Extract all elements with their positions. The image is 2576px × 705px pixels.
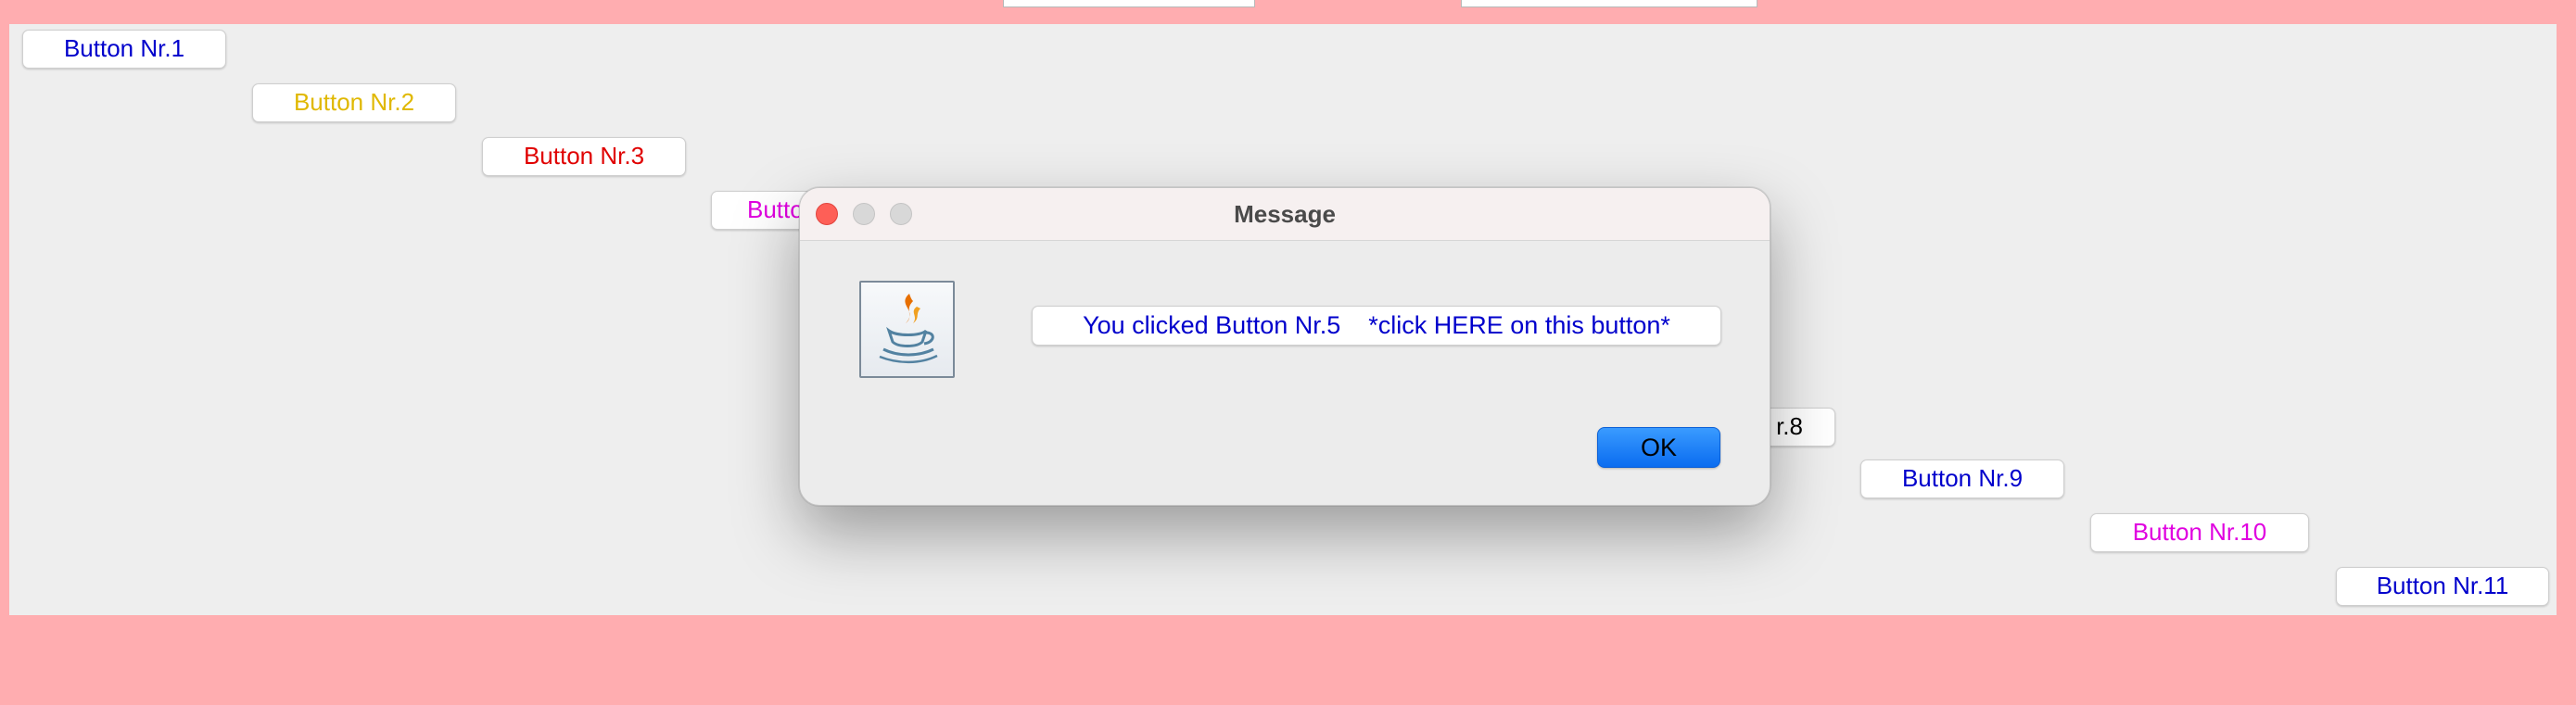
- button-nr-10[interactable]: Button Nr.10: [2090, 513, 2309, 552]
- button-nr-1[interactable]: Button Nr.1: [22, 30, 226, 69]
- dialog-titlebar[interactable]: Message: [800, 188, 1770, 241]
- ok-button[interactable]: OK: [1597, 427, 1720, 468]
- button-nr-11[interactable]: Button Nr.11: [2336, 567, 2549, 606]
- top-text-field-2[interactable]: [1461, 0, 1758, 7]
- top-text-field-1[interactable]: [1003, 0, 1255, 7]
- button-nr-4-label: Butto: [747, 195, 804, 223]
- button-nr-2[interactable]: Button Nr.2: [252, 83, 456, 122]
- button-nr-9[interactable]: Button Nr.9: [1860, 460, 2064, 498]
- message-dialog: Message You clicked Button Nr.5 *click H…: [799, 187, 1770, 506]
- button-nr-8-label: r.8: [1776, 412, 1803, 440]
- java-icon: [859, 281, 955, 378]
- button-nr-3[interactable]: Button Nr.3: [482, 137, 686, 176]
- dialog-title: Message: [1234, 200, 1336, 228]
- message-button[interactable]: You clicked Button Nr.5 *click HERE on t…: [1032, 306, 1721, 346]
